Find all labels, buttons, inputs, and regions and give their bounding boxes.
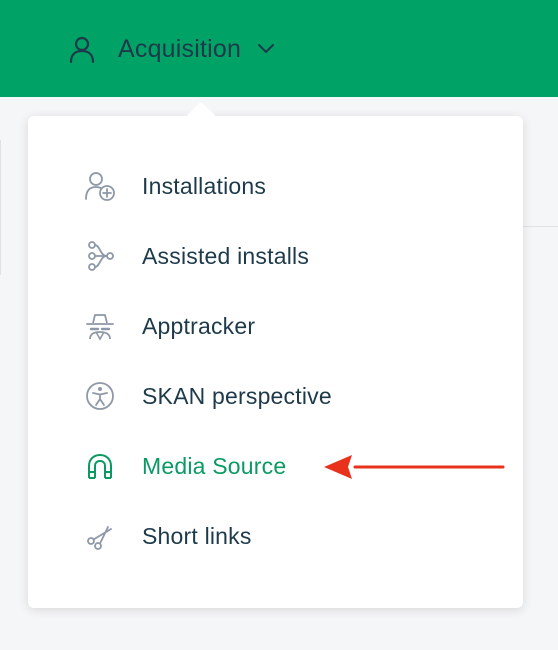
menu-item-assisted-installs[interactable]: Assisted installs — [28, 221, 523, 291]
menu-item-apptracker[interactable]: Apptracker — [28, 291, 523, 361]
background-divider — [523, 226, 558, 227]
menu-item-label: Installations — [142, 172, 267, 199]
top-nav-bar: Acquisition — [0, 0, 558, 97]
menu-item-label: Media Source — [142, 452, 287, 479]
menu-caret — [185, 101, 217, 133]
spy-icon — [84, 310, 116, 342]
accessibility-icon — [84, 380, 116, 412]
magnet-icon — [84, 450, 116, 482]
branch-icon — [84, 240, 116, 272]
acquisition-menu-trigger[interactable]: Acquisition — [68, 30, 275, 68]
menu-item-installations[interactable]: Installations — [28, 151, 523, 221]
menu-item-short-links[interactable]: Short links — [28, 501, 523, 571]
menu-item-label: Short links — [142, 522, 252, 549]
menu-item-label: Assisted installs — [142, 242, 310, 269]
menu-item-label: SKAN perspective — [142, 382, 332, 409]
annotation-arrow — [324, 455, 505, 479]
menu-list: Installations Assisted installs Apptrack… — [28, 151, 523, 571]
scissors-icon — [84, 520, 116, 552]
chevron-down-icon — [258, 44, 275, 53]
acquisition-title: Acquisition — [118, 34, 242, 63]
acquisition-dropdown-menu: Installations Assisted installs Apptrack… — [28, 101, 523, 608]
user-icon — [69, 36, 95, 63]
user-plus-icon — [84, 170, 116, 202]
background-divider — [0, 140, 1, 275]
menu-item-skan-perspective[interactable]: SKAN perspective — [28, 361, 523, 431]
menu-item-label: Apptracker — [142, 312, 256, 339]
